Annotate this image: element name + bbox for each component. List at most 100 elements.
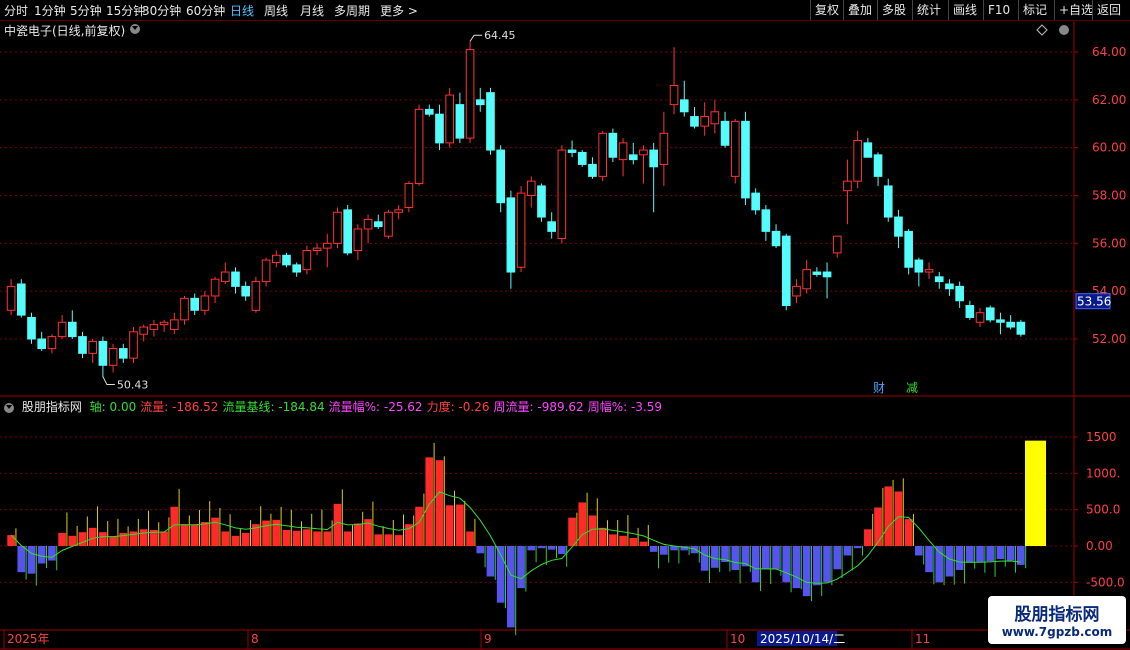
toolbar-button-6[interactable]: 标记 (1018, 0, 1051, 20)
period-tab-10[interactable]: 更多 > (380, 2, 418, 19)
candle-body (873, 154, 883, 177)
candle-body (904, 230, 913, 268)
period-tab-4[interactable]: 30分钟 (142, 2, 181, 19)
candle-body (190, 297, 200, 311)
candle-body (924, 269, 934, 273)
candle-body (669, 84, 679, 106)
flow-bar (874, 507, 882, 546)
toolbar-button-8[interactable]: 返回 (1092, 0, 1125, 20)
dropdown-circle-icon[interactable] (130, 24, 140, 34)
flow-bar (904, 519, 913, 546)
candle-body (934, 276, 944, 283)
indicator-header: 股朋指标网 轴: 0.00 流量: -186.52 流量基线: -184.84 流量幅… (4, 398, 670, 415)
flow-bar (507, 546, 515, 628)
candle-body (730, 120, 740, 177)
flow-bar (354, 523, 362, 546)
candle-body (690, 116, 699, 127)
candle-body (914, 259, 924, 273)
candle-body (98, 340, 108, 366)
indicator-value-2: 流量基线: -184.84 (222, 400, 325, 414)
flow-bar (986, 546, 995, 562)
indicator-value-1: 流量: -186.52 (140, 400, 219, 414)
date-label: 11 (915, 632, 930, 646)
flow-bar (915, 546, 923, 556)
candle-body (88, 340, 98, 354)
period-tab-6[interactable]: 日线 (230, 2, 254, 19)
candle-body (414, 108, 424, 185)
flow-bar (160, 531, 168, 546)
candle-body (975, 312, 985, 323)
period-tab-8[interactable]: 月线 (300, 2, 324, 19)
period-tab-2[interactable]: 5分钟 (70, 2, 102, 19)
candle-body (588, 163, 597, 177)
indicator-dropdown-icon[interactable] (4, 402, 14, 413)
candle-body (792, 285, 801, 297)
high-price-label: 64.45 (484, 29, 516, 42)
flow-bar (486, 546, 495, 577)
period-tab-1[interactable]: 1分钟 (34, 2, 66, 19)
flow-bar (955, 546, 964, 570)
flow-bar (833, 546, 842, 570)
flow-bar (394, 535, 403, 546)
toolbar-button-3[interactable]: 统计 (912, 0, 945, 20)
period-tab-9[interactable]: 多周期 (334, 2, 370, 19)
low-price-label: 50.43 (117, 379, 149, 392)
flow-bar (303, 529, 311, 546)
toolbar-button-5[interactable]: F10 (983, 0, 1014, 20)
candle-body (659, 132, 669, 165)
flow-bar (48, 546, 56, 561)
date-label: 10 (730, 632, 745, 646)
candle-body (241, 285, 251, 297)
toolbar-button-0[interactable]: 复权 (810, 0, 843, 20)
candle-body (639, 149, 648, 156)
flow-bar (241, 532, 250, 546)
candle-body (312, 247, 322, 252)
candle-body (700, 116, 709, 127)
period-tab-0[interactable]: 分时 (4, 2, 28, 19)
period-tab-3[interactable]: 15分钟 (106, 2, 145, 19)
candle-body (802, 269, 811, 290)
flow-bar (282, 530, 291, 546)
flow-bar (731, 546, 740, 570)
flow-bar (925, 546, 933, 573)
toolbar-button-7[interactable]: +自选 (1054, 0, 1097, 20)
candle-body (118, 348, 128, 359)
flow-bar (537, 546, 546, 549)
date-highlight-label: 2025/10/14/二 (760, 632, 845, 646)
candle-body (67, 321, 77, 338)
candle-body (251, 281, 261, 311)
candle-body (618, 142, 628, 161)
flow-bar (37, 546, 46, 564)
flow-bar (27, 546, 36, 574)
candle-body (761, 209, 771, 232)
stock-title[interactable]: 中瓷电子(日线,前复权) (4, 22, 140, 39)
flow-bar (476, 546, 485, 554)
flow-bar (435, 460, 444, 546)
candle-body (812, 271, 822, 275)
period-toolbar: 分时 1分钟 5分钟 15分钟 30分钟 60分钟 日线 周线 月线 多周期 更多 > 复权 叠加 多股统… (0, 0, 1130, 21)
toolbar-button-2[interactable]: 多股 (877, 0, 910, 20)
flow-bar (201, 522, 209, 546)
period-flow-bar (1025, 440, 1046, 546)
candle-body (853, 139, 862, 182)
kline-chart[interactable]: 64.0062.0060.0058.0056.0054.0052.0015001… (0, 0, 1130, 650)
period-tab-7[interactable]: 周线 (264, 2, 288, 19)
candle-body (139, 326, 149, 335)
flow-bar (180, 524, 189, 546)
candle-body (404, 183, 414, 208)
indicator-name[interactable]: 股朋指标网 (22, 400, 82, 414)
candle-body (353, 228, 363, 252)
candle-body (445, 94, 455, 144)
toolbar-button-4[interactable]: 画线 (948, 0, 981, 20)
candle-body (363, 218, 373, 230)
period-tab-5[interactable]: 60分钟 (186, 2, 225, 19)
flow-bar (292, 530, 301, 546)
date-label: 2025年 (7, 632, 50, 646)
price-tick-label: 58.00 (1092, 189, 1126, 203)
flow-bar (374, 534, 383, 546)
flow-bar (58, 532, 66, 546)
candle-body (435, 113, 444, 144)
flow-bar (711, 546, 719, 568)
toolbar-button-1[interactable]: 叠加 (843, 0, 876, 20)
candle-body (965, 305, 975, 318)
